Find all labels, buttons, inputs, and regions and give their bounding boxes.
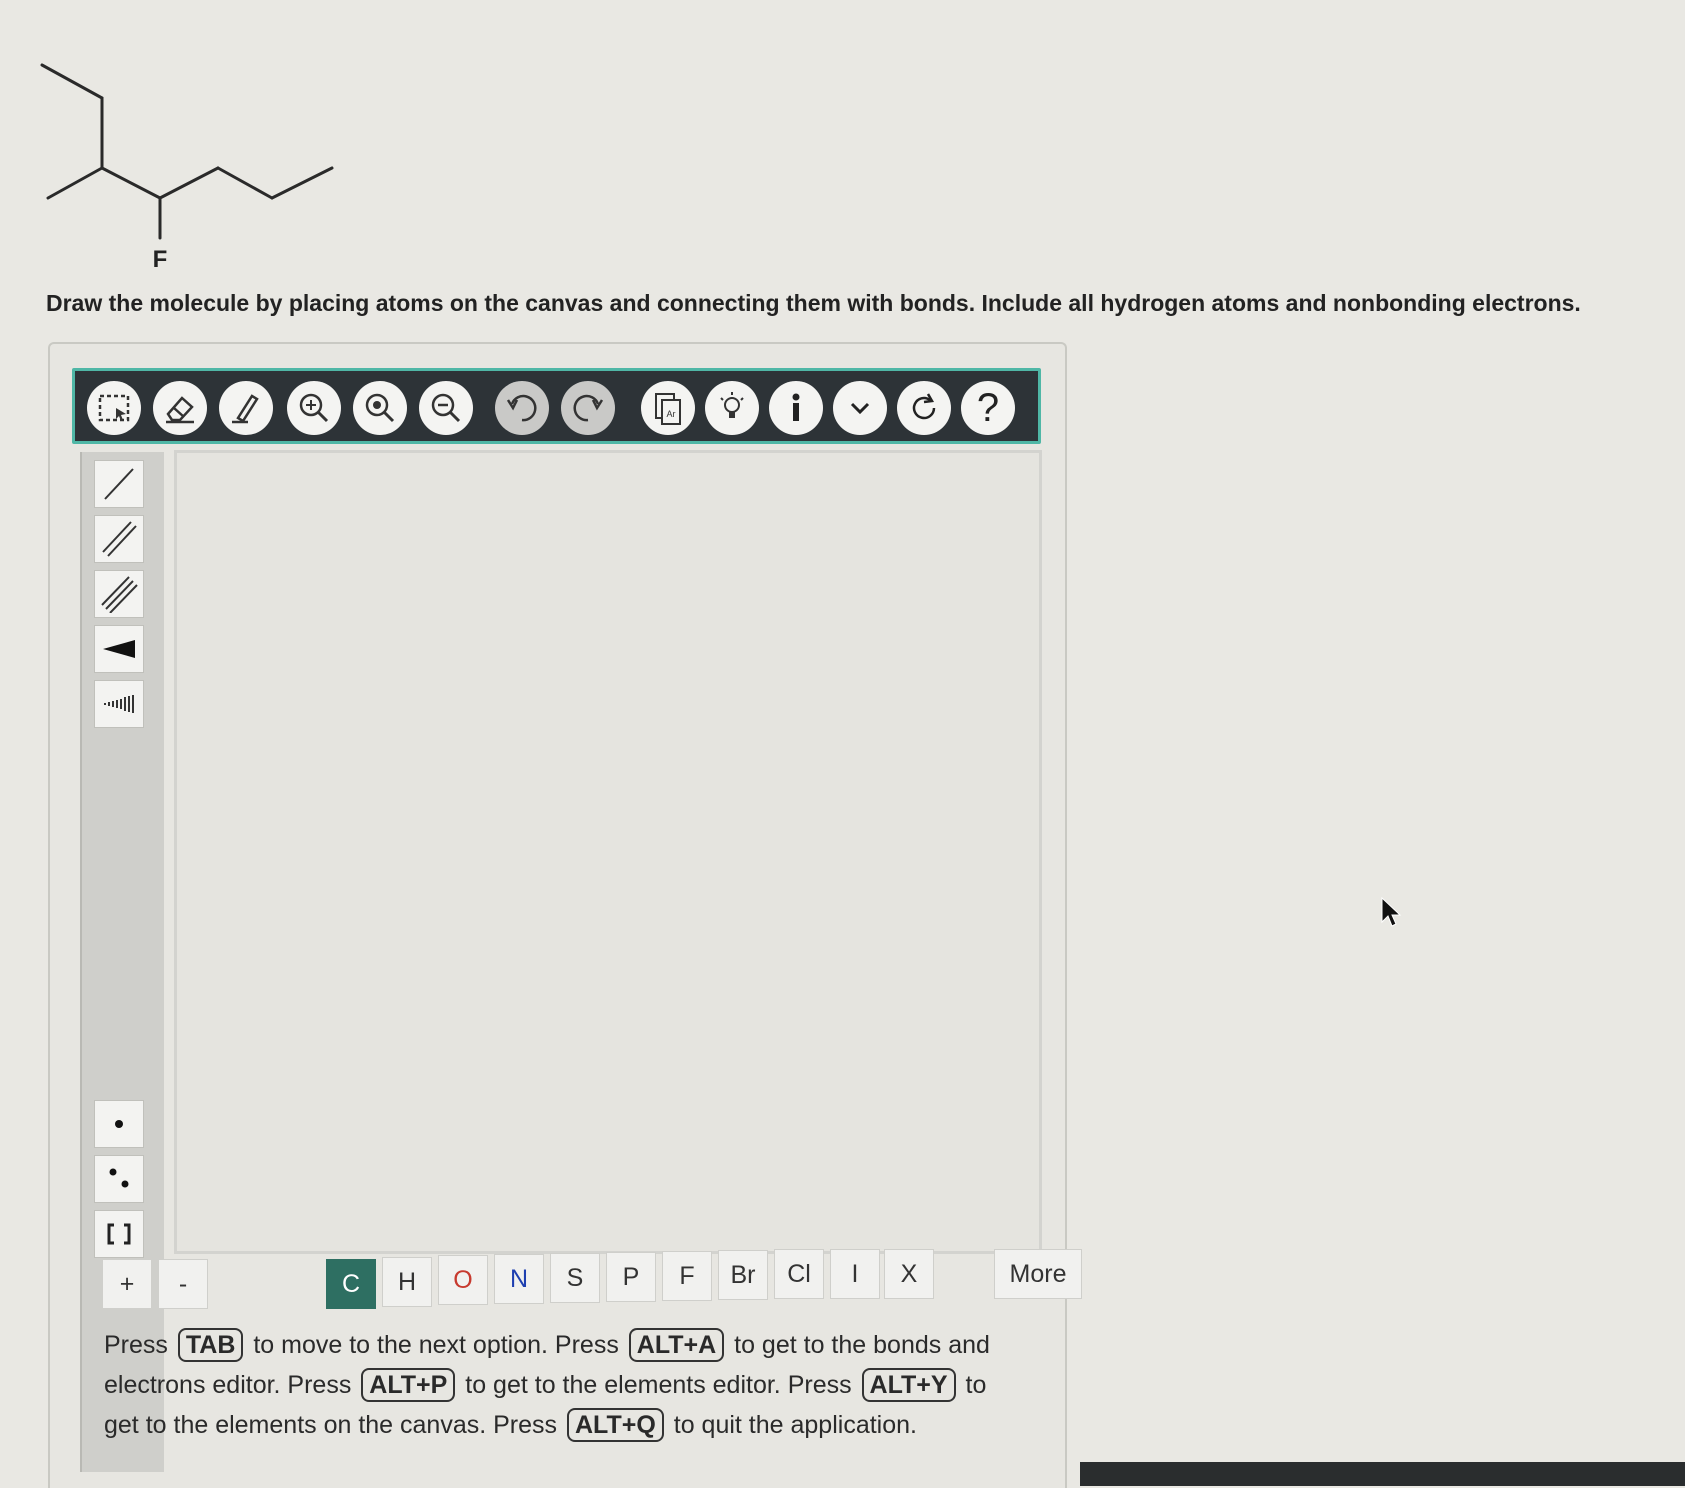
triple-bond-icon (101, 576, 138, 613)
help-fragment: to move to the next option. Press (253, 1331, 619, 1359)
help-button[interactable]: ? (961, 381, 1015, 435)
hash-bond-icon (104, 695, 134, 713)
hash-bond-button[interactable] (94, 680, 144, 728)
select-icon (98, 394, 130, 422)
lone-pair-button[interactable] (94, 1155, 144, 1203)
element-button-p[interactable]: P (606, 1252, 656, 1302)
element-button-x[interactable]: X (884, 1249, 934, 1299)
refresh-button[interactable] (897, 381, 951, 435)
alt-a-key: ALT+A (628, 1328, 725, 1362)
zoom-in-icon (365, 393, 395, 423)
screen-edge (1080, 1462, 1685, 1486)
lightbulb-icon (720, 392, 744, 418)
positive-charge-button[interactable]: + (102, 1259, 152, 1309)
element-button-c[interactable]: C (326, 1259, 376, 1309)
double-bond-button[interactable] (94, 515, 144, 563)
help-fragment: to quit the application. (673, 1411, 917, 1439)
refresh-icon (912, 393, 936, 420)
pencil-button[interactable] (219, 381, 273, 435)
element-button-f[interactable]: F (662, 1251, 712, 1301)
element-button-o[interactable]: O (438, 1255, 488, 1305)
eraser-button[interactable] (153, 381, 207, 435)
zoom-out-icon (431, 393, 461, 423)
tab-key: TAB (177, 1328, 244, 1362)
zoom-out-button[interactable] (419, 381, 473, 435)
drawing-canvas[interactable] (174, 450, 1042, 1254)
info-button[interactable] (769, 381, 823, 435)
element-button-cl[interactable]: Cl (774, 1249, 824, 1299)
radical-icon (115, 1120, 123, 1128)
instruction-text: Draw the molecule by placing atoms on th… (46, 290, 1581, 316)
bracket-icon (107, 1223, 131, 1245)
radical-button[interactable] (94, 1100, 144, 1148)
svg-text:Ar: Ar (667, 409, 676, 419)
alt-p-key: ALT+P (361, 1368, 456, 1402)
zoom-fit-icon (299, 393, 329, 423)
element-button-s[interactable]: S (550, 1253, 600, 1303)
element-button-h[interactable]: H (382, 1257, 432, 1307)
element-button-n[interactable]: N (494, 1254, 544, 1304)
lone-pair-icon (109, 1168, 129, 1188)
element-button-br[interactable]: Br (718, 1250, 768, 1300)
redo-button[interactable] (561, 381, 615, 435)
fluorine-atom-label: F (153, 246, 168, 273)
help-fragment: to get to the elements editor. Press (465, 1371, 852, 1399)
wedge-bond-icon (103, 640, 135, 658)
expand-button[interactable] (833, 381, 887, 435)
molecule-structure: F (40, 63, 334, 273)
templates-icon: Ar (655, 393, 681, 425)
element-palette: + - More C H O N S P F Br Cl I X (102, 1249, 1102, 1313)
eraser-icon (166, 396, 194, 424)
molecule-editor: Ar ? + - More C H O N S P F Br Cl I X (48, 342, 1082, 1488)
hint-button[interactable] (705, 381, 759, 435)
single-bond-icon (104, 468, 134, 500)
double-bond-icon (102, 521, 137, 557)
wedge-bond-button[interactable] (94, 625, 144, 673)
redo-icon (573, 394, 604, 422)
help-icon: ? (976, 385, 1000, 430)
alt-y-key: ALT+Y (861, 1368, 956, 1402)
more-elements-button[interactable]: More (994, 1249, 1082, 1299)
info-icon (792, 393, 800, 421)
bond-tools-panel (80, 452, 164, 1472)
mouse-cursor-icon (1381, 896, 1402, 927)
undo-button[interactable] (495, 381, 549, 435)
templates-button[interactable]: Ar (641, 381, 695, 435)
alt-q-key: ALT+Q (567, 1408, 664, 1442)
negative-charge-button[interactable]: - (158, 1259, 208, 1309)
editor-toolbar: Ar ? (72, 368, 1041, 444)
element-button-i[interactable]: I (830, 1249, 880, 1299)
triple-bond-button[interactable] (94, 570, 144, 618)
undo-icon (506, 394, 537, 422)
zoom-fit-button[interactable] (287, 381, 341, 435)
help-fragment: Press (104, 1331, 168, 1359)
zoom-in-button[interactable] (353, 381, 407, 435)
chevron-down-icon (850, 402, 870, 415)
keyboard-help-text: Press TAB to move to the next option. Pr… (104, 1325, 1004, 1445)
single-bond-button[interactable] (94, 460, 144, 508)
pencil-icon (232, 394, 259, 424)
select-button[interactable] (87, 381, 141, 435)
